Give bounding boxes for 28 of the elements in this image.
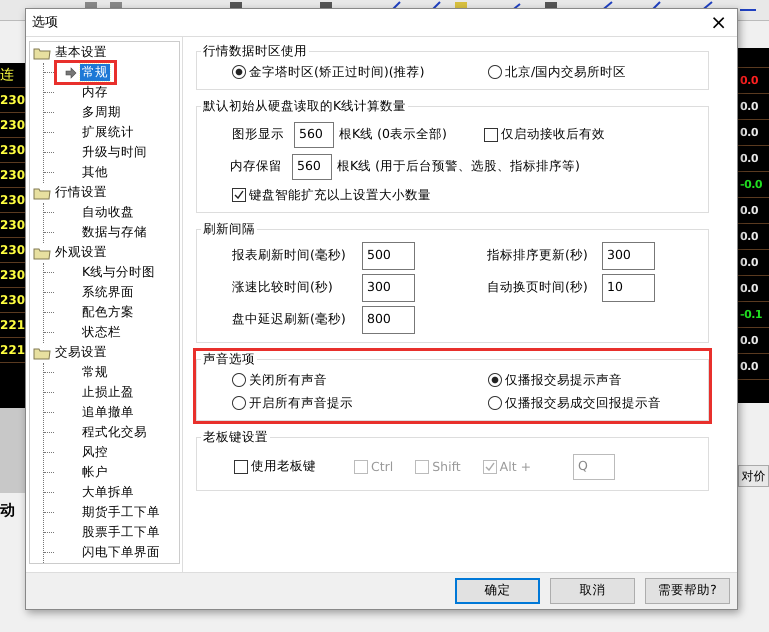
radio-label: 北京/国内交易所时区 — [505, 64, 626, 81]
checkbox-label: 使用老板键 — [251, 458, 316, 476]
field-label: 涨速比较时间(秒) — [232, 279, 334, 296]
checkbox-label: Ctrl — [371, 459, 394, 474]
group-title: 刷新间隔 — [202, 220, 256, 238]
field-label: 指标排序更新(秒) — [487, 247, 589, 264]
radio-label: 开启所有声音提示 — [249, 394, 353, 412]
field-label: 自动换页时间(秒) — [487, 279, 589, 296]
group-title: 老板键设置 — [202, 428, 269, 446]
checkbox-label: Shift — [432, 459, 461, 474]
group-title: 声音选项 — [202, 350, 256, 368]
window-title: 选项 — [32, 14, 58, 32]
checkbox-label: 键盘智能扩充以上设置大小数量 — [249, 186, 431, 204]
radio-label: 关闭所有声音 — [249, 372, 327, 389]
checkbox-label: Alt + — [500, 459, 532, 474]
unit-label: 根K线 (0表示全部) — [339, 126, 448, 144]
field-label: 内存保留 — [230, 158, 283, 176]
radio-label: 仅播报交易成交回报提示音 — [505, 394, 661, 412]
field-label: 盘中延迟刷新(毫秒) — [232, 311, 347, 328]
field-label: 图形显示 — [232, 126, 285, 144]
checkbox-label: 仅启动接收后有效 — [501, 126, 605, 144]
radio-label: 仅播报交易提示声音 — [505, 372, 622, 389]
field-label: 报表刷新时间(毫秒) — [232, 247, 347, 264]
group-title: 行情数据时区使用 — [202, 42, 308, 60]
label: 动 — [0, 500, 16, 520]
unit-label: 根K线 (用于后台预警、选股、指标排序等) — [337, 158, 580, 176]
radio-label: 金字塔时区(矫正过时间)(推荐) — [249, 64, 425, 81]
group-title: 默认初始从硬盘读取的K线计算数量 — [202, 98, 408, 115]
